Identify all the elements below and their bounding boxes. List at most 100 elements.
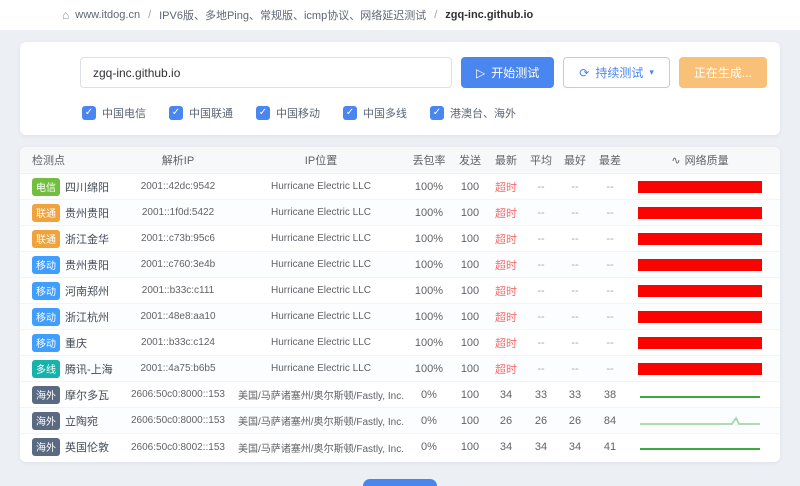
breadcrumb-separator: / [148,9,151,21]
best-latency: 34 [558,441,592,453]
generating-button[interactable]: 正在生成... [679,57,767,88]
resolved-ip: 2001::42dc:9542 [120,181,236,192]
packet-loss: 100% [406,207,452,219]
network-quality-cell [628,363,772,375]
ip-location: Hurricane Electric LLC [236,207,406,218]
quality-red-bar [638,259,762,271]
packet-loss: 0% [406,389,452,401]
packet-loss: 100% [406,181,452,193]
breadcrumb: ⌂ www.itdog.cn / IPV6版、多地Ping、常规版、icmp协议… [0,0,800,30]
carrier-badge: 海外 [32,386,60,404]
node-name: 河南郑州 [65,283,109,299]
table-row: 移动 重庆 2001::b33c:c124 Hurricane Electric… [20,330,780,356]
carrier-badge: 电信 [32,178,60,196]
carrier-badge: 海外 [32,412,60,430]
avg-latency: 33 [524,389,558,401]
packet-loss: 100% [406,363,452,375]
node-name: 重庆 [65,335,87,351]
carrier-badge: 海外 [32,438,60,456]
carrier-badge: 联通 [32,204,60,222]
sent-count: 100 [452,259,488,271]
column-header: 最新 [488,152,524,168]
column-header: 检测点 [28,152,120,168]
carrier-checkbox-group: ✓ 中国电信 ✓ 中国联通 ✓ 中国移动 ✓ 中国多线 ✓ 港澳台、海外 [82,105,516,121]
breadcrumb-site[interactable]: www.itdog.cn [75,9,140,21]
worst-latency: -- [592,181,628,193]
checkbox-label: 中国移动 [276,105,320,121]
bottom-floating-button[interactable] [363,479,437,486]
carrier-checkbox[interactable]: ✓ 中国电信 [82,105,146,121]
ip-location: Hurricane Electric LLC [236,311,406,322]
worst-latency: 84 [592,415,628,427]
best-latency: -- [558,207,592,219]
network-quality-cell [628,415,772,427]
continuous-test-button[interactable]: ⟳ 持续测试 ▾ [563,57,670,88]
generating-label: 正在生成... [694,64,752,81]
worst-latency: -- [592,207,628,219]
worst-latency: -- [592,363,628,375]
table-row: 移动 贵州贵阳 2001::c760:3e4b Hurricane Electr… [20,252,780,278]
best-latency: -- [558,285,592,297]
resolved-ip: 2001::c73b:95c6 [120,233,236,244]
carrier-badge: 移动 [32,334,60,352]
home-icon: ⌂ [62,8,69,22]
checkbox-label: 港澳台、海外 [450,105,516,121]
table-header-row: 检测点解析IPIP位置丢包率发送最新平均最好最差∿网络质量 [20,147,780,174]
quality-sparkline [638,441,762,453]
best-latency: -- [558,311,592,323]
ip-location: Hurricane Electric LLC [236,259,406,270]
latest-latency: 超时 [488,257,524,273]
packet-loss: 100% [406,259,452,271]
packet-loss: 100% [406,311,452,323]
quality-red-bar [638,207,762,219]
host-input[interactable] [80,57,452,88]
table-row: 海外 立陶宛 2606:50c0:8000::153 美国/马萨诸塞州/奥尔斯顿… [20,408,780,434]
avg-latency: 26 [524,415,558,427]
column-header: 发送 [452,152,488,168]
sent-count: 100 [452,207,488,219]
latest-latency: 超时 [488,205,524,221]
checkbox-checked-icon: ✓ [256,106,270,120]
packet-loss: 0% [406,415,452,427]
best-latency: -- [558,233,592,245]
latest-latency: 超时 [488,283,524,299]
ip-location: Hurricane Electric LLC [236,337,406,348]
node-name: 英国伦敦 [65,439,109,455]
node-name: 贵州贵阳 [65,257,109,273]
packet-loss: 100% [406,233,452,245]
checkbox-checked-icon: ✓ [343,106,357,120]
resolved-ip: 2001::c760:3e4b [120,259,236,270]
carrier-checkbox[interactable]: ✓ 中国多线 [343,105,407,121]
carrier-checkbox[interactable]: ✓ 中国联通 [169,105,233,121]
network-quality-icon: ∿ [671,155,680,167]
table-row: 联通 浙江金华 2001::c73b:95c6 Hurricane Electr… [20,226,780,252]
latest-latency: 超时 [488,231,524,247]
avg-latency: -- [524,311,558,323]
worst-latency: -- [592,337,628,349]
carrier-checkbox[interactable]: ✓ 中国移动 [256,105,320,121]
quality-red-bar [638,233,762,245]
quality-red-bar [638,337,762,349]
network-quality-cell [628,441,772,453]
worst-latency: -- [592,285,628,297]
ip-location: Hurricane Electric LLC [236,181,406,192]
network-quality-cell [628,389,772,401]
resolved-ip: 2001::48e8:aa10 [120,311,236,322]
carrier-checkbox[interactable]: ✓ 港澳台、海外 [430,105,516,121]
best-latency: -- [558,337,592,349]
start-test-label: 开始测试 [491,64,539,81]
carrier-badge: 移动 [32,282,60,300]
worst-latency: -- [592,311,628,323]
network-quality-cell [628,181,772,193]
best-latency: 33 [558,389,592,401]
column-header: 平均 [524,152,558,168]
chevron-down-icon: ▾ [649,67,654,78]
breadcrumb-separator: / [434,9,437,21]
start-test-button[interactable]: ▷ 开始测试 [461,57,554,88]
sent-count: 100 [452,337,488,349]
sent-count: 100 [452,285,488,297]
breadcrumb-target: zgq-inc.github.io [445,9,533,21]
table-row: 海外 英国伦敦 2606:50c0:8002::153 美国/马萨诸塞州/奥尔斯… [20,434,780,460]
test-control-panel: ▷ 开始测试 ⟳ 持续测试 ▾ 正在生成... ✓ 中国电信 ✓ 中国联通 ✓ … [20,42,780,135]
resolved-ip: 2606:50c0:8002::153 [120,442,236,453]
